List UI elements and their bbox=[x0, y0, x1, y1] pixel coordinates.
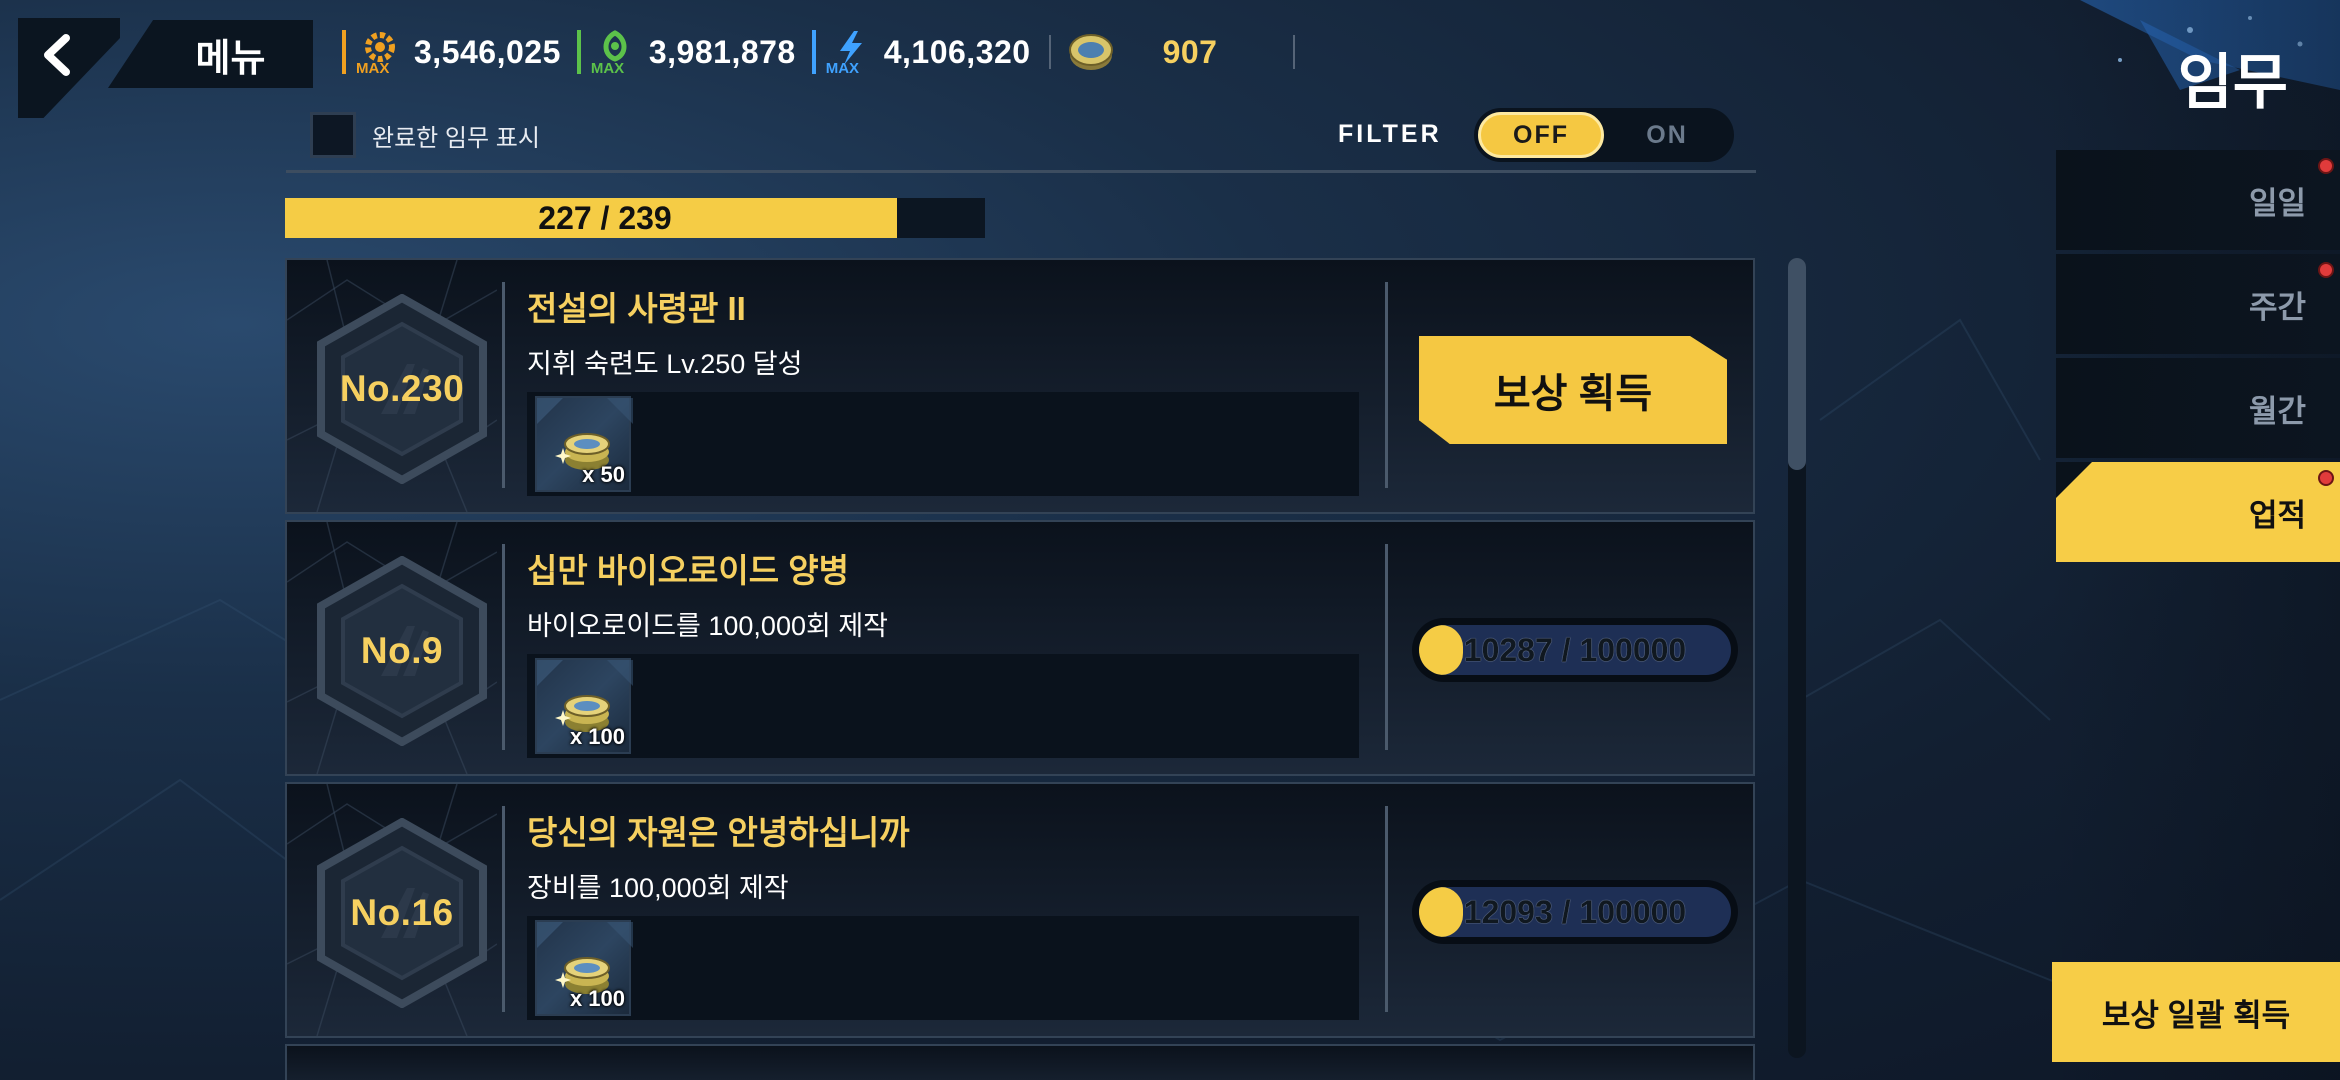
mission-number-badge: No.9 bbox=[311, 556, 493, 746]
tab-daily[interactable]: 일일 bbox=[2056, 150, 2340, 250]
reward-coin-icon[interactable]: x 50 bbox=[535, 396, 633, 492]
resource-value: 4,106,320 bbox=[883, 33, 1031, 70]
mission-title: 전설의 사령관 II bbox=[527, 290, 746, 327]
divider bbox=[1385, 282, 1388, 488]
mission-list[interactable]: No.230 전설의 사령관 II 지휘 숙련도 Lv.250 달성 x 50 … bbox=[285, 258, 1755, 1080]
reward-box: x 50 bbox=[527, 392, 1359, 496]
mission-title: 십만 바이오로이드 양병 bbox=[527, 552, 849, 589]
mission-number-badge: No.230 bbox=[311, 294, 493, 484]
divider bbox=[502, 544, 505, 750]
scrollbar[interactable] bbox=[1788, 258, 1806, 1058]
divider bbox=[286, 170, 1756, 173]
filter-off-option[interactable]: OFF bbox=[1478, 112, 1604, 158]
tab-label: 일일 bbox=[2248, 185, 2306, 221]
chevron-left-icon bbox=[44, 34, 70, 76]
mission-number-badge: No.16 bbox=[311, 818, 493, 1008]
show-completed-toggle[interactable]: 완료한 임무 표시 bbox=[310, 112, 540, 158]
notification-dot bbox=[2318, 470, 2334, 486]
mission-title: 당신의 자원은 안녕하십니까 bbox=[527, 814, 910, 851]
reward-count: x 50 bbox=[582, 462, 625, 487]
mission-description: 장비를 100,000회 제작 bbox=[527, 873, 789, 903]
reward-count: x 100 bbox=[569, 724, 625, 749]
filter-toggle[interactable]: OFF ON bbox=[1474, 108, 1734, 162]
reward-coin-icon[interactable]: x 100 bbox=[535, 920, 633, 1016]
resource-bar: MAX 3,546,025 MAX 3,981,878 MAX 4,106,32… bbox=[342, 22, 1309, 82]
filter-on-option[interactable]: ON bbox=[1604, 112, 1730, 158]
claim-all-label: 보상 일괄 획득 bbox=[2101, 997, 2291, 1033]
menu-label: 메뉴 bbox=[195, 37, 266, 80]
mission-number: No.230 bbox=[339, 368, 465, 409]
mission-description: 바이오로이드를 100,000회 제작 bbox=[527, 611, 889, 641]
resource-parts: MAX 3,546,025 bbox=[342, 29, 561, 77]
resource-value: 3,981,878 bbox=[648, 33, 796, 70]
mission-item-partial bbox=[285, 1044, 1755, 1080]
claim-reward-label: 보상 획득 bbox=[1493, 372, 1653, 416]
mission-tabs: 일일 주간 월간 업적 bbox=[2056, 150, 2340, 566]
coin-icon bbox=[1065, 29, 1117, 75]
claim-all-button[interactable]: 보상 일괄 획득 bbox=[2052, 962, 2340, 1062]
tab-label: 업적 bbox=[2248, 497, 2306, 533]
mission-progress-text: 10287 / 100000 bbox=[1463, 632, 1687, 668]
reward-coin-icon[interactable]: x 100 bbox=[535, 658, 633, 754]
page-title: 임무 bbox=[2177, 49, 2288, 116]
gear-max-icon: MAX bbox=[354, 29, 400, 77]
back-button[interactable] bbox=[18, 18, 120, 118]
tab-weekly[interactable]: 주간 bbox=[2056, 254, 2340, 354]
divider bbox=[1385, 544, 1388, 750]
resource-nutrients: MAX 3,981,878 bbox=[576, 29, 796, 77]
bio-max-icon: MAX bbox=[589, 29, 635, 77]
mission-progress-bar: 10287 / 100000 bbox=[1412, 618, 1738, 682]
show-completed-checkbox[interactable] bbox=[310, 112, 356, 158]
energy-max-icon: MAX bbox=[824, 29, 870, 77]
mission-number: No.9 bbox=[360, 630, 444, 671]
tab-achievements[interactable]: 업적 bbox=[2056, 462, 2340, 562]
mission-item: No.16 당신의 자원은 안녕하십니까 장비를 100,000회 제작 x 1… bbox=[285, 782, 1755, 1038]
reward-box: x 100 bbox=[527, 916, 1359, 1020]
menu-button[interactable]: 메뉴 bbox=[108, 20, 313, 88]
tab-monthly[interactable]: 월간 bbox=[2056, 358, 2340, 458]
resource-coin: 907 bbox=[1065, 29, 1218, 75]
achievement-progress-bar: 227 / 239 bbox=[285, 198, 985, 238]
mission-item: No.9 십만 바이오로이드 양병 바이오로이드를 100,000회 제작 x … bbox=[285, 520, 1755, 776]
divider bbox=[1385, 806, 1388, 1012]
show-completed-label: 완료한 임무 표시 bbox=[372, 124, 540, 152]
mission-item: No.230 전설의 사령관 II 지휘 숙련도 Lv.250 달성 x 50 … bbox=[285, 258, 1755, 514]
reward-count: x 100 bbox=[569, 986, 625, 1011]
mission-description: 지휘 숙련도 Lv.250 달성 bbox=[527, 349, 803, 379]
mission-progress-text: 12093 / 100000 bbox=[1463, 894, 1687, 930]
resource-value: 3,546,025 bbox=[414, 33, 561, 70]
coin-value: 907 bbox=[1162, 33, 1218, 70]
resource-power: MAX 4,106,320 bbox=[811, 29, 1031, 77]
tab-label: 주간 bbox=[2248, 289, 2306, 325]
progress-text: 227 / 239 bbox=[538, 200, 672, 236]
mission-number: No.16 bbox=[350, 892, 454, 933]
claim-reward-button[interactable]: 보상 획득 bbox=[1419, 336, 1727, 444]
divider bbox=[502, 806, 505, 1012]
reward-box: x 100 bbox=[527, 654, 1359, 758]
mission-progress-bar: 12093 / 100000 bbox=[1412, 880, 1738, 944]
scrollbar-thumb[interactable] bbox=[1788, 258, 1806, 470]
filter-label: FILTER bbox=[1338, 120, 1442, 148]
notification-dot bbox=[2318, 262, 2334, 278]
notification-dot bbox=[2318, 158, 2334, 174]
tab-label: 월간 bbox=[2248, 393, 2306, 429]
divider bbox=[502, 282, 505, 488]
